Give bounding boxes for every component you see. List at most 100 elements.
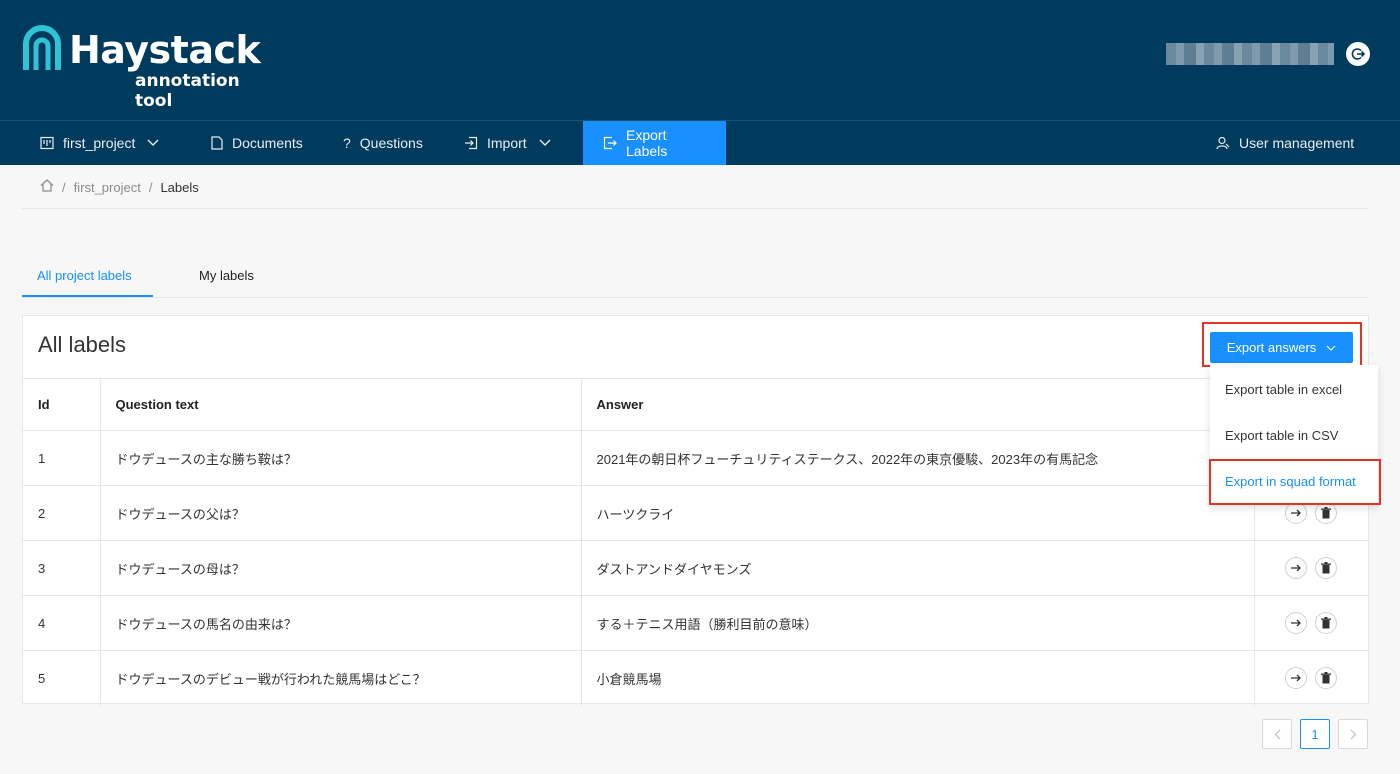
menu-item-export-excel[interactable]: Export table in excel [1225,382,1342,397]
trash-icon [1321,617,1332,629]
open-row-button[interactable] [1285,612,1308,634]
breadcrumb-divider [22,208,1368,209]
open-row-button[interactable] [1285,502,1308,524]
nav-questions[interactable]: ? Questions [343,121,423,165]
question-icon: ? [343,135,351,151]
brand-subtitle: annotation tool [135,71,240,111]
header-id: Id [23,378,101,431]
cell-answer: 小倉競馬場 [581,650,1255,706]
row-actions [1270,557,1354,579]
trash-icon [1321,562,1332,574]
row-actions [1270,502,1354,524]
menu-item-export-csv[interactable]: Export table in CSV [1225,428,1338,443]
table-row: 5 ドウデュースのデビュー戦が行われた競馬場はどこ？ 小倉競馬場 [23,650,1368,706]
table-row: 3 ドウデュースの母は？ ダストアンドダイヤモンズ [23,540,1368,596]
nav-export-labels-label: Export Labels [626,127,668,159]
cell-question: ドウデュースの父は？ [100,485,582,541]
nav-import[interactable]: Import [464,121,551,165]
cell-question: ドウデュースのデビュー戦が行われた競馬場はどこ？ [100,650,582,706]
card-title: All labels [38,332,127,357]
open-row-button[interactable] [1285,557,1308,579]
project-board-icon [40,136,54,150]
cell-answer: ハーツクライ [581,485,1255,541]
arrow-right-icon [1291,564,1302,572]
header-answer: Answer [581,378,1255,431]
delete-row-button[interactable] [1315,557,1338,579]
nav-documents[interactable]: Documents [211,121,303,165]
document-icon [211,136,223,150]
app-header: Haystack annotation tool [0,0,1400,120]
pagination-prev[interactable] [1262,719,1292,749]
home-icon[interactable] [40,179,54,195]
cell-actions [1254,540,1368,596]
nav-user-management-label: User management [1239,135,1355,151]
logout-button[interactable] [1346,42,1370,66]
open-row-button[interactable] [1285,667,1308,690]
tab-all-project-labels[interactable]: All project labels [37,268,132,298]
user-management-icon [1216,136,1230,150]
breadcrumb-current: Labels [160,179,199,195]
cell-actions [1254,650,1368,706]
nav-user-management[interactable]: User management [1216,121,1354,165]
table-row: 2 ドウデュースの父は？ ハーツクライ [23,485,1368,541]
cell-answer: ダストアンドダイヤモンズ [581,540,1255,596]
cell-answer: する＋テニス用語（勝利目前の意味） [581,595,1255,651]
chevron-down-icon [147,139,159,147]
pagination-next[interactable] [1338,719,1368,749]
cell-question: ドウデュースの主な勝ち鞍は？ [100,430,582,486]
user-area [1166,42,1370,66]
table-row: 4 ドウデュースの馬名の由来は？ する＋テニス用語（勝利目前の意味） [23,595,1368,651]
breadcrumb-separator: / [148,179,153,195]
table-header-row: Id Question text Answer [23,378,1368,431]
breadcrumb: / first_project / Labels [40,178,199,196]
delete-row-button[interactable] [1315,667,1338,690]
labels-card: All labels Export answers Id Question te… [22,315,1369,706]
cell-id: 5 [23,650,101,706]
trash-icon [1321,507,1332,519]
row-actions [1270,667,1354,690]
pagination-page-1[interactable]: 1 [1300,719,1330,749]
nav-questions-label: Questions [359,135,423,151]
chevron-right-icon [1350,729,1356,739]
breadcrumb-separator: / [62,179,66,195]
arrow-right-icon [1291,619,1302,627]
squad-option-highlight [1209,459,1381,505]
haystack-logo-icon [23,25,61,70]
tabs-divider [22,297,1368,298]
delete-row-button[interactable] [1315,502,1338,524]
arrow-right-icon [1291,509,1302,517]
cell-id: 3 [23,540,101,596]
nav-project-label: first_project [63,135,136,151]
table-row: 1 ドウデュースの主な勝ち鞍は？ 2021年の朝日杯フューチュリティステークス、… [23,430,1368,486]
header-question: Question text [100,378,582,431]
labels-table: Id Question text Answer 1 ドウデュースの主な勝ち鞍は？… [23,378,1368,706]
chevron-left-icon [1274,729,1280,739]
cell-actions [1254,595,1368,651]
arrow-right-icon [1291,674,1302,682]
export-icon [603,136,617,150]
export-button-highlight [1202,322,1362,367]
cell-id: 2 [23,485,101,541]
cell-answer: 2021年の朝日杯フューチュリティステークス、2022年の東京優駿、2023年の… [581,430,1255,486]
nav-project-selector[interactable]: first_project [40,121,159,165]
trash-icon [1321,672,1332,684]
delete-row-button[interactable] [1315,612,1338,634]
haystack-logo[interactable]: Haystack annotation tool [22,24,282,111]
nav-import-label: Import [487,135,527,151]
cell-question: ドウデュースの母は？ [100,540,582,596]
user-name-blurred [1166,43,1334,65]
breadcrumb-project[interactable]: first_project [74,180,141,195]
nav-export-labels[interactable]: Export Labels [583,121,726,165]
cell-question: ドウデュースの馬名の由来は？ [100,595,582,651]
tab-my-labels[interactable]: My labels [199,268,254,298]
main-nav: first_project Documents ? Questions Impo… [0,120,1400,165]
import-icon [464,136,478,150]
chevron-down-icon [539,139,551,147]
brand-title: Haystack [69,28,261,72]
logout-icon [1351,48,1366,60]
cell-id: 1 [23,430,101,486]
active-tab-indicator [22,295,153,297]
row-actions [1270,612,1354,634]
cell-id: 4 [23,595,101,651]
nav-documents-label: Documents [232,135,303,151]
